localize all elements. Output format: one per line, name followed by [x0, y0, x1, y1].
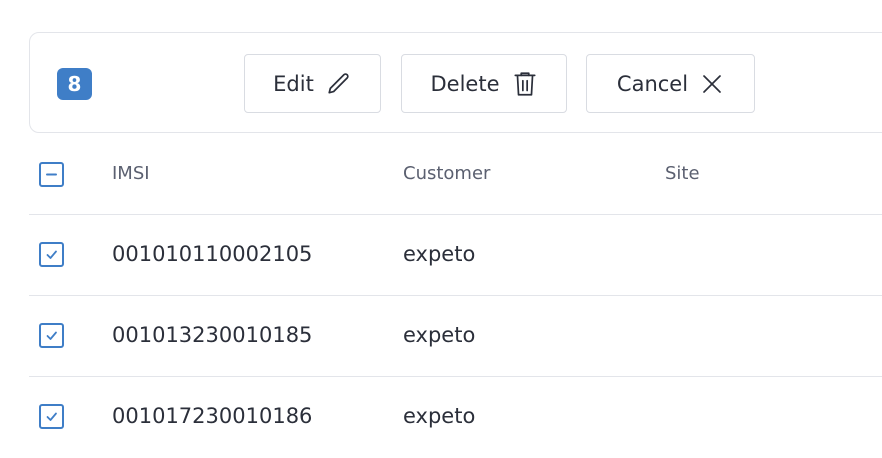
row-checkbox[interactable]: [39, 404, 64, 429]
cell-customer: expeto: [403, 242, 476, 266]
delete-button-label: Delete: [430, 71, 500, 96]
edit-button-label: Edit: [273, 71, 314, 96]
pencil-icon: [326, 71, 352, 97]
bulk-action-toolbar: 8 Edit Delete Cancel: [29, 32, 882, 133]
cell-customer: expeto: [403, 323, 476, 347]
table-row[interactable]: 001017230010186 expeto: [29, 377, 882, 458]
cell-customer: expeto: [403, 404, 476, 428]
close-icon: [700, 72, 724, 96]
row-checkbox[interactable]: [39, 323, 64, 348]
check-icon: [46, 412, 57, 421]
cell-imsi: 001010110002105: [112, 242, 313, 266]
row-checkbox[interactable]: [39, 242, 64, 267]
column-header-site[interactable]: Site: [665, 163, 700, 184]
edit-button[interactable]: Edit: [244, 54, 381, 113]
select-all-checkbox[interactable]: [39, 162, 64, 187]
selected-count-badge: 8: [57, 68, 92, 100]
cancel-button[interactable]: Cancel: [586, 54, 755, 113]
minus-icon: [46, 173, 57, 176]
table-row[interactable]: 001010110002105 expeto: [29, 215, 882, 296]
cell-imsi: 001013230010185: [112, 323, 313, 347]
trash-icon: [512, 70, 538, 98]
table-row[interactable]: 001013230010185 expeto: [29, 296, 882, 377]
cancel-button-label: Cancel: [616, 71, 689, 96]
check-icon: [46, 331, 57, 340]
cell-imsi: 001017230010186: [112, 404, 313, 428]
table-header: IMSI Customer Site: [29, 134, 882, 215]
check-icon: [46, 250, 57, 259]
column-header-imsi[interactable]: IMSI: [112, 163, 150, 184]
column-header-customer[interactable]: Customer: [403, 163, 490, 184]
delete-button[interactable]: Delete: [401, 54, 567, 113]
